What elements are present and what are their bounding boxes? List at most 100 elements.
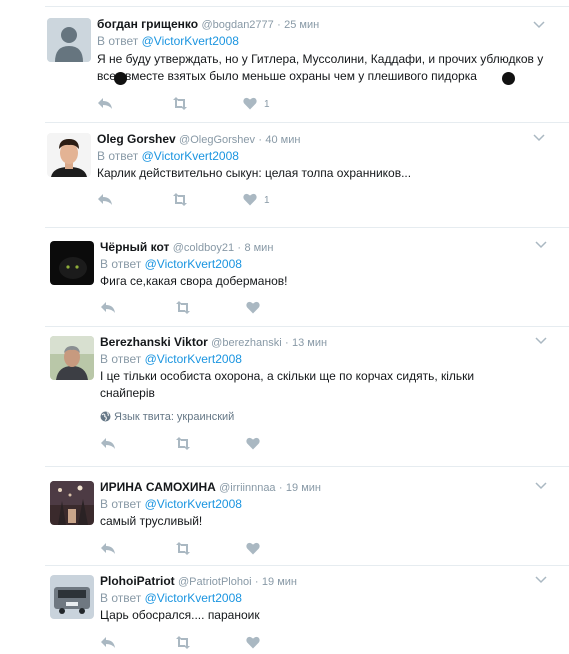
chevron-down-icon[interactable] — [535, 576, 547, 584]
user-handle[interactable]: @OlegGorshev — [179, 134, 255, 146]
tweet-text: Карлик действительно сыкун: целая толпа … — [97, 166, 412, 180]
reply-prefix: В ответ — [97, 149, 139, 163]
reply-context: В ответ @VictorKvert2008 — [100, 352, 242, 367]
separator: · — [285, 337, 289, 349]
retweet-icon[interactable] — [171, 97, 189, 110]
chevron-down-icon[interactable] — [535, 241, 547, 249]
reply-prefix: В ответ — [100, 591, 142, 605]
globe-icon — [100, 411, 111, 422]
user-name[interactable]: Berezhanski Viktor — [100, 335, 208, 349]
avatar[interactable] — [47, 133, 91, 177]
tweet-header: богдан грищенко @bogdan2777 · 25 мин — [97, 17, 319, 33]
avatar[interactable] — [47, 18, 91, 62]
tweet-language[interactable]: Язык твита: украинский — [100, 410, 234, 424]
user-name[interactable]: Oleg Gorshev — [97, 132, 176, 146]
reply-context: В ответ @VictorKvert2008 — [100, 591, 242, 606]
timestamp[interactable]: 40 мин — [265, 134, 300, 146]
like-icon[interactable] — [243, 97, 257, 110]
tweet-actions: 1 — [97, 193, 297, 207]
separator: · — [237, 242, 242, 254]
separator: · — [277, 19, 281, 31]
separator: · — [254, 576, 259, 588]
mention-link[interactable]: @VictorKvert2008 — [145, 257, 242, 271]
user-name[interactable]: богдан грищенко — [97, 17, 198, 31]
like-icon[interactable] — [246, 301, 260, 314]
mention-link[interactable]: @VictorKvert2008 — [142, 149, 239, 163]
tweet: Berezhanski Viktor @berezhanski · 13 мин… — [0, 326, 569, 466]
reply-prefix: В ответ — [100, 257, 142, 271]
user-handle[interactable]: @berezhanski — [211, 337, 281, 349]
avatar[interactable] — [50, 575, 94, 619]
reply-context: В ответ @VictorKvert2008 — [100, 257, 242, 272]
user-handle[interactable]: @irriinnnaa — [219, 482, 275, 494]
tweet-text: І це тільки особиста охорона, а скільки … — [100, 369, 475, 400]
mention-link[interactable]: @VictorKvert2008 — [145, 591, 242, 605]
reply-context: В ответ @VictorKvert2008 — [100, 497, 242, 512]
like-count: 1 — [264, 99, 270, 110]
user-handle[interactable]: @PatriotPlohoi — [178, 576, 252, 588]
mention-link[interactable]: @VictorKvert2008 — [145, 352, 242, 366]
timestamp[interactable]: 8 мин — [244, 242, 273, 254]
reply-prefix: В ответ — [97, 34, 139, 48]
divider — [45, 227, 569, 228]
tweet-actions — [100, 301, 300, 315]
tweet-text: Фига се,какая свора доберманов! — [100, 274, 288, 288]
tweet-actions — [100, 636, 300, 650]
chevron-down-icon[interactable] — [535, 337, 547, 345]
user-name[interactable]: Чёрный кот — [100, 240, 169, 254]
retweet-icon[interactable] — [174, 301, 192, 314]
like-icon[interactable] — [246, 437, 260, 450]
like-icon[interactable] — [243, 193, 257, 206]
mention-link[interactable]: @VictorKvert2008 — [145, 497, 242, 511]
divider — [45, 326, 569, 327]
timestamp[interactable]: 13 мин — [292, 337, 327, 349]
chevron-down-icon[interactable] — [533, 134, 545, 142]
retweet-icon[interactable] — [174, 542, 192, 555]
tweet: Oleg Gorshev @OlegGorshev · 40 мин В отв… — [0, 122, 569, 227]
retweet-icon[interactable] — [171, 193, 189, 206]
divider — [45, 565, 569, 566]
retweet-icon[interactable] — [174, 437, 192, 450]
timestamp[interactable]: 19 мин — [262, 576, 297, 588]
tweet-text: самый трусливый! — [100, 514, 203, 528]
divider — [45, 122, 569, 123]
reply-icon[interactable] — [97, 97, 113, 110]
separator: · — [258, 134, 263, 146]
divider — [45, 6, 569, 7]
tweet: PlohoiPatriot @PatriotPlohoi · 19 мин В … — [0, 565, 569, 654]
reply-icon[interactable] — [97, 193, 113, 206]
user-name[interactable]: ИРИНА САМОХИНА — [100, 480, 216, 494]
tweet-text: Я не буду утверждать, но у Гитлера, Мусс… — [97, 52, 544, 83]
chevron-down-icon[interactable] — [533, 21, 545, 29]
avatar[interactable] — [50, 241, 94, 285]
user-name[interactable]: PlohoiPatriot — [100, 574, 175, 588]
chevron-down-icon[interactable] — [535, 482, 547, 490]
reply-icon[interactable] — [100, 542, 116, 555]
reply-context: В ответ @VictorKvert2008 — [97, 149, 239, 164]
timestamp[interactable]: 25 мин — [284, 19, 319, 31]
tweet: богдан грищенко @bogdan2777 · 25 мин В о… — [0, 0, 569, 122]
mention-link[interactable]: @VictorKvert2008 — [142, 34, 239, 48]
tweet-header: Oleg Gorshev @OlegGorshev · 40 мин — [97, 132, 300, 148]
tweet-actions: 1 — [97, 97, 297, 111]
user-handle[interactable]: @bogdan2777 — [201, 19, 273, 31]
tweet-language-label: Язык твита: украинский — [114, 411, 235, 423]
retweet-icon[interactable] — [174, 636, 192, 649]
avatar[interactable] — [50, 336, 94, 380]
like-icon[interactable] — [246, 542, 260, 555]
reply-prefix: В ответ — [100, 497, 142, 511]
tweet-actions — [100, 542, 300, 556]
like-icon[interactable] — [246, 636, 260, 649]
timestamp[interactable]: 19 мин — [286, 482, 321, 494]
reply-icon[interactable] — [100, 636, 116, 649]
avatar[interactable] — [50, 481, 94, 525]
reply-icon[interactable] — [100, 437, 116, 450]
reply-icon[interactable] — [100, 301, 116, 314]
censor-blot — [114, 72, 127, 85]
tweet-actions — [100, 437, 300, 451]
user-handle[interactable]: @coldboy21 — [173, 242, 234, 254]
tweet-text: Царь обосрался.... параноик — [100, 608, 260, 622]
tweet-header: PlohoiPatriot @PatriotPlohoi · 19 мин — [100, 574, 297, 590]
divider — [45, 466, 569, 467]
tweet: Чёрный кот @coldboy21 · 8 мин В ответ @V… — [0, 227, 569, 326]
